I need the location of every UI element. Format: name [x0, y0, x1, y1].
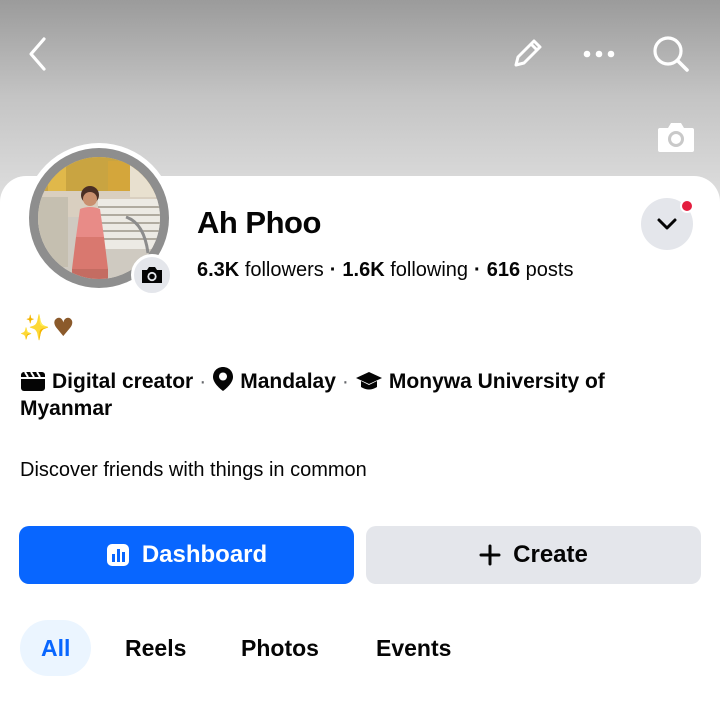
intro-details: Digital creator · Mandalay · Monywa Universi… [20, 366, 660, 422]
category-item: Digital creator [20, 370, 193, 393]
profile-stats: 6.3K followers · 1.6K following · 616 posts [197, 259, 573, 282]
posts-label: posts [525, 259, 574, 281]
clapperboard-icon [21, 371, 45, 391]
discover-friends-link[interactable]: Discover friends with things in common [20, 459, 367, 482]
search-icon [653, 36, 689, 72]
location-pin-icon [213, 367, 234, 391]
followers-link[interactable]: 6.3K followers [197, 259, 324, 281]
bar-chart-icon [106, 544, 129, 566]
tab-events[interactable]: Events [376, 620, 451, 676]
graduation-cap-icon [355, 372, 382, 390]
more-horizontal-icon [583, 50, 615, 58]
intro-separator: · [199, 370, 207, 393]
create-button[interactable]: Create [366, 526, 701, 584]
brown-heart-emoji: ♥ [52, 313, 77, 342]
posts-link[interactable]: 616 posts [487, 259, 574, 281]
location-text: Mandalay [240, 370, 336, 393]
back-button[interactable] [14, 30, 62, 78]
plus-icon [479, 544, 501, 566]
stats-separator: · [329, 259, 337, 281]
stats-separator: · [474, 259, 481, 281]
dashboard-button[interactable]: Dashboard [19, 526, 354, 584]
dashboard-label: Dashboard [141, 541, 268, 568]
followers-label: followers [244, 259, 324, 281]
edit-cover-photo-button[interactable] [656, 118, 696, 156]
camera-icon [142, 267, 162, 283]
following-label: following [390, 259, 469, 281]
chevron-left-icon [29, 37, 46, 71]
followers-count: 6.3K [197, 259, 240, 281]
camera-icon [658, 123, 694, 152]
create-label: Create [513, 541, 588, 568]
tab-reels[interactable]: Reels [125, 620, 186, 676]
location-item[interactable]: Mandalay [212, 367, 336, 393]
chevron-down-icon [657, 218, 677, 230]
change-profile-picture-button[interactable] [131, 254, 173, 296]
following-count: 1.6K [342, 259, 385, 281]
tab-all[interactable]: All [20, 620, 92, 676]
search-button[interactable] [647, 30, 695, 78]
pencil-icon [514, 39, 542, 67]
intro-separator: · [341, 370, 349, 393]
category-text: Digital creator [52, 370, 194, 393]
more-options-button[interactable] [575, 30, 623, 78]
sparkle-emoji: ✨ [19, 313, 53, 342]
posts-count: 616 [486, 259, 521, 281]
bio: ✨♥ [19, 313, 77, 343]
notification-dot [680, 199, 694, 213]
tab-photos[interactable]: Photos [241, 620, 319, 676]
following-link[interactable]: 1.6K following [342, 259, 468, 281]
profile-name: Ah Phoo [197, 205, 321, 240]
edit-profile-button[interactable] [503, 30, 551, 78]
